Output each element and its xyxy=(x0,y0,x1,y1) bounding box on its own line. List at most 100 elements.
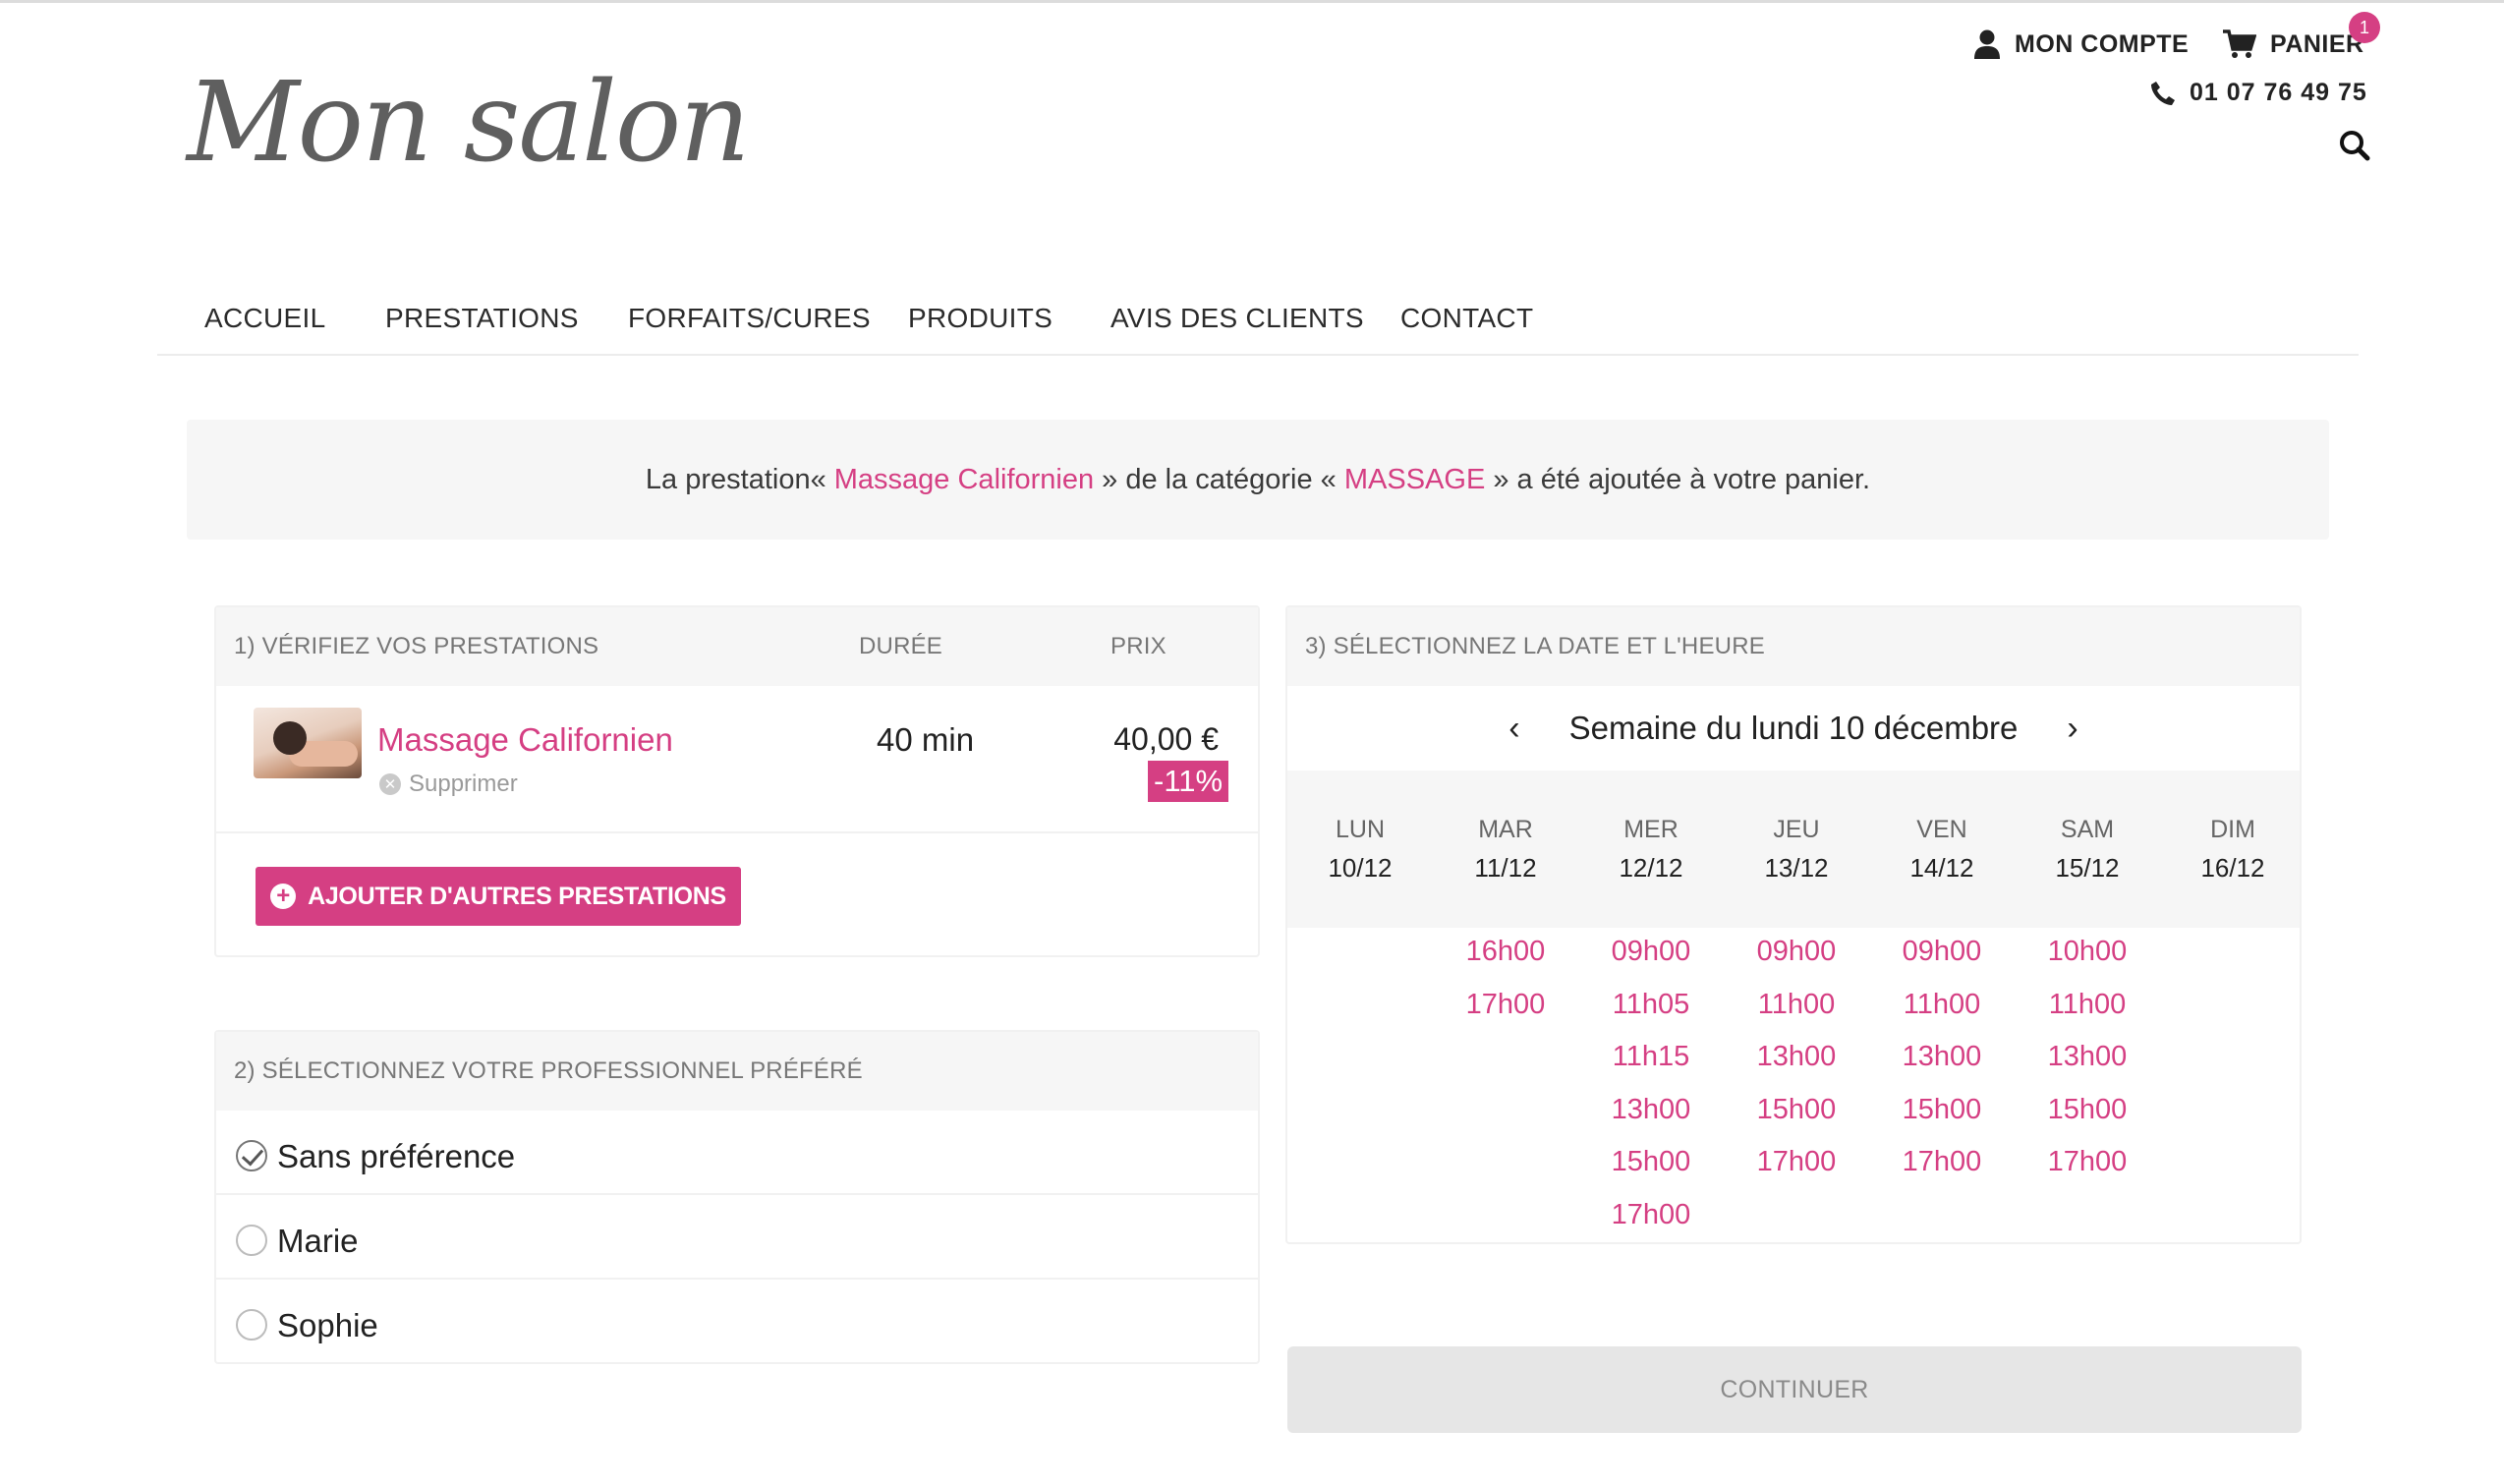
price-column-header: PRIX xyxy=(1110,633,1167,659)
time-slot[interactable]: 09h00 xyxy=(1578,936,1724,968)
time-slot[interactable]: 13h00 xyxy=(1578,1094,1724,1126)
time-slot[interactable]: 10h00 xyxy=(2015,936,2160,968)
day-date: 12/12 xyxy=(1619,853,1683,883)
day-name: MER xyxy=(1623,816,1679,843)
time-slot[interactable]: 09h00 xyxy=(1724,936,1869,968)
nav-item-forfaits-cures[interactable]: FORFAITS/CURES xyxy=(628,303,871,334)
nav-item-avis-des-clients[interactable]: AVIS DES CLIENTS xyxy=(1110,303,1364,334)
account-label: MON COMPTE xyxy=(2015,29,2190,58)
services-panel-header: 1) VÉRIFIEZ VOS PRESTATIONS DURÉE PRIX xyxy=(216,607,1258,686)
time-slot[interactable]: 13h00 xyxy=(1869,1041,2015,1073)
day-date: 11/12 xyxy=(1474,853,1537,883)
search-icon[interactable] xyxy=(2339,130,2370,161)
date-time-panel-header: 3) SÉLECTIONNEZ LA DATE ET L'HEURE xyxy=(1287,607,2300,686)
day-date: 16/12 xyxy=(2200,853,2265,883)
time-slot[interactable]: 15h00 xyxy=(1724,1094,1869,1126)
notice-category-link[interactable]: MASSAGE xyxy=(1344,464,1485,496)
service-duration: 40 min xyxy=(877,721,975,758)
service-thumbnail xyxy=(254,708,362,778)
day-name: VEN xyxy=(1916,816,1967,843)
cart-icon xyxy=(2223,29,2256,58)
time-slot[interactable]: 11h00 xyxy=(1724,989,1869,1021)
time-slot[interactable]: 11h00 xyxy=(2015,989,2160,1021)
account-link[interactable]: MON COMPTE xyxy=(1973,29,2189,59)
cart-notice: La prestation« Massage Californien » de … xyxy=(187,420,2329,540)
cart-count-badge: 1 xyxy=(2349,12,2380,43)
cart-link[interactable]: PANIER xyxy=(2223,29,2364,59)
continue-button[interactable]: CONTINUER xyxy=(1287,1346,2302,1433)
professional-option-sans-preference[interactable]: Sans préférence xyxy=(216,1111,1258,1195)
notice-service-link[interactable]: Massage Californien xyxy=(834,464,1094,496)
service-name-link[interactable]: Massage Californien xyxy=(377,721,673,759)
time-slot[interactable]: 15h00 xyxy=(2015,1094,2160,1126)
day-date: 10/12 xyxy=(1328,853,1393,883)
services-panel-title: 1) VÉRIFIEZ VOS PRESTATIONS xyxy=(234,633,599,659)
time-slot[interactable]: 11h15 xyxy=(1578,1041,1724,1073)
phone-number[interactable]: 01 07 76 49 75 xyxy=(2150,79,2367,107)
time-slot[interactable]: 15h00 xyxy=(1578,1146,1724,1178)
week-navigator: ‹ Semaine du lundi 10 décembre › xyxy=(1287,686,2300,771)
time-slot[interactable]: 17h00 xyxy=(1869,1146,2015,1178)
time-slot[interactable]: 09h00 xyxy=(1869,936,2015,968)
professional-option-label: Sans préférence xyxy=(277,1138,516,1174)
add-services-label: AJOUTER D'AUTRES PRESTATIONS xyxy=(308,882,726,910)
service-row: Massage Californien ✕ Supprimer 40 min 4… xyxy=(216,686,1258,833)
time-slot[interactable]: 17h00 xyxy=(2015,1146,2160,1178)
radio-unchecked[interactable] xyxy=(236,1309,267,1341)
professional-panel: 2) SÉLECTIONNEZ VOTRE PROFESSIONNEL PRÉF… xyxy=(214,1030,1260,1364)
services-panel: 1) VÉRIFIEZ VOS PRESTATIONS DURÉE PRIX M… xyxy=(214,605,1260,957)
professional-option-label: Marie xyxy=(277,1223,359,1259)
week-label: Semaine du lundi 10 décembre xyxy=(1568,710,2019,746)
day-name: LUN xyxy=(1335,816,1385,843)
time-slot[interactable]: 15h00 xyxy=(1869,1094,2015,1126)
date-time-panel: 3) SÉLECTIONNEZ LA DATE ET L'HEURE ‹ Sem… xyxy=(1285,605,2302,1244)
nav-item-produits[interactable]: PRODUITS xyxy=(908,303,1053,334)
time-slot[interactable]: 11h05 xyxy=(1578,989,1724,1021)
service-price: 40,00 € xyxy=(1113,721,1219,757)
radio-checked[interactable] xyxy=(236,1140,267,1171)
duration-column-header: DURÉE xyxy=(859,633,943,659)
professional-panel-header: 2) SÉLECTIONNEZ VOTRE PROFESSIONNEL PRÉF… xyxy=(216,1032,1258,1111)
day-date: 14/12 xyxy=(1909,853,1974,883)
professional-option-marie[interactable]: Marie xyxy=(216,1195,1258,1280)
add-services-button[interactable]: + AJOUTER D'AUTRES PRESTATIONS xyxy=(256,867,741,926)
day-name: MAR xyxy=(1478,816,1533,843)
time-slot[interactable]: 16h00 xyxy=(1433,936,1578,968)
time-slot[interactable]: 17h00 xyxy=(1433,989,1578,1021)
delete-label: Supprimer xyxy=(409,771,518,797)
radio-unchecked[interactable] xyxy=(236,1225,267,1256)
delete-service-button[interactable]: ✕ Supprimer xyxy=(379,771,518,798)
close-icon: ✕ xyxy=(379,773,401,795)
plus-circle-icon: + xyxy=(270,884,297,909)
time-slot[interactable]: 11h00 xyxy=(1869,989,2015,1021)
day-name: DIM xyxy=(2210,816,2255,843)
professional-panel-title: 2) SÉLECTIONNEZ VOTRE PROFESSIONNEL PRÉF… xyxy=(234,1057,863,1084)
day-headers: LUN 10/12 MAR 11/12 MER 12/12 JEU 13/12 VEN 14/12… xyxy=(1287,771,2300,928)
chevron-left-icon[interactable]: ‹ xyxy=(1508,710,1519,748)
time-slot[interactable]: 13h00 xyxy=(2015,1041,2160,1073)
day-date: 13/12 xyxy=(1764,853,1829,883)
phone-icon xyxy=(2151,81,2175,105)
day-date: 15/12 xyxy=(2055,853,2120,883)
time-slot[interactable]: 17h00 xyxy=(1724,1146,1869,1178)
notice-suffix: » a été ajoutée à votre panier. xyxy=(1485,463,1871,495)
time-slot[interactable]: 13h00 xyxy=(1724,1041,1869,1073)
main-nav: ACCUEIL PRESTATIONS FORFAITS/CURES PRODU… xyxy=(157,275,2359,356)
phone-text: 01 07 76 49 75 xyxy=(2190,79,2367,106)
day-name: SAM xyxy=(2060,816,2115,843)
chevron-right-icon[interactable]: › xyxy=(2067,710,2077,748)
day-name: JEU xyxy=(1773,816,1820,843)
notice-middle: » de la catégorie « xyxy=(1094,463,1344,495)
nav-item-prestations[interactable]: PRESTATIONS xyxy=(385,303,579,334)
top-border xyxy=(0,0,2504,3)
notice-prefix: La prestation« xyxy=(645,463,834,495)
nav-item-contact[interactable]: CONTACT xyxy=(1400,303,1533,334)
professional-option-sophie[interactable]: Sophie xyxy=(216,1280,1258,1364)
site-logo[interactable]: Mon salon xyxy=(187,59,750,187)
user-icon xyxy=(1974,29,2000,59)
date-time-panel-title: 3) SÉLECTIONNEZ LA DATE ET L'HEURE xyxy=(1305,633,1765,659)
nav-item-accueil[interactable]: ACCUEIL xyxy=(204,303,325,334)
discount-badge: -11% xyxy=(1148,761,1229,802)
time-slot[interactable]: 17h00 xyxy=(1578,1199,1724,1231)
professional-option-label: Sophie xyxy=(277,1307,378,1343)
